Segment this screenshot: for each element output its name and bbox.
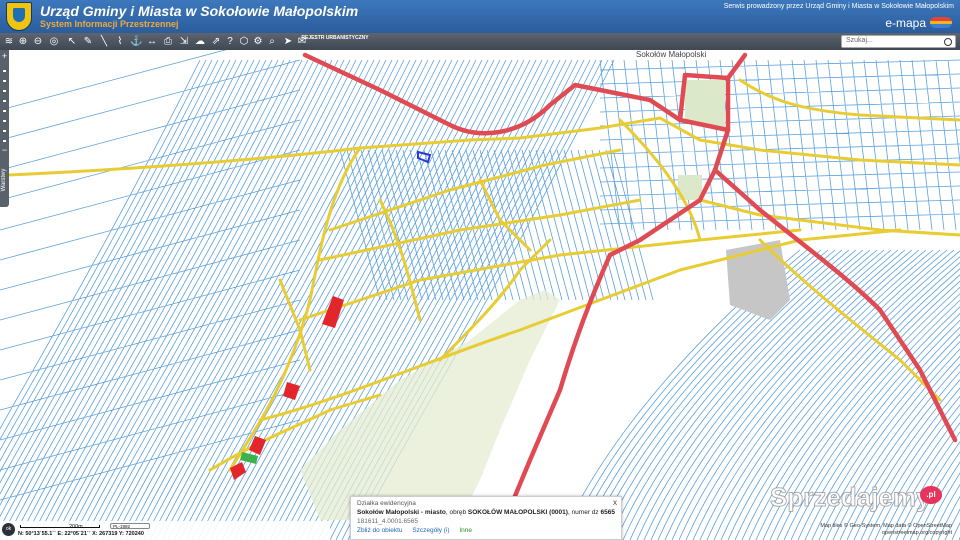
watermark-badge: .pl [920,486,942,504]
coat-of-arms-icon [6,2,32,31]
zoom-level-tick[interactable] [3,100,6,102]
zoom-level-tick[interactable] [3,110,6,112]
toolbar: ≋ ⊕ ⊖ ◎ ↖ ✎ ╲ ⌇ ⚓ ↔ ⎙ ⇲ ☁ ⇗ ? ⬡ ⚙ ⌕ ➤ ✉ … [0,33,960,50]
search-map-icon[interactable]: ⌕ [266,35,278,48]
search-icon[interactable] [944,38,952,46]
service-note: Serwis prowadzony przez Urząd Gminy i Mi… [723,3,954,10]
header-bar: Urząd Gminy i Miasta w Sokołowie Małopol… [0,0,960,33]
rejestr-button[interactable]: REJESTR URBANISTYCZNY [300,35,370,49]
details-link[interactable]: Szczegóły (i) [412,527,449,534]
zoom-level-tick[interactable] [3,130,6,132]
popup-links: Zbliż do obiektu Szczegóły (i) Inne [357,526,615,535]
map-canvas[interactable]: Sokołów Małopolski [0,29,960,540]
status-bar: ok 200m PL-1992 N: 50°13´55.1´´ E: 22°05… [0,521,330,540]
zoom-in-icon[interactable]: ⊕ [17,35,29,48]
help-icon[interactable]: ? [224,35,236,48]
measure-line-icon[interactable]: ╲ [98,35,110,48]
projection-select[interactable]: PL-1992 [110,523,150,529]
settings-icon[interactable]: ⚙ [252,35,264,48]
zoom-minus-icon[interactable]: − [0,146,9,155]
pencil-icon[interactable]: ✎ [82,35,94,48]
measure-area-icon[interactable]: ⌇ [114,35,126,48]
popup-parcel-info: Sokołów Małopolski - miasto, obręb SOKOŁ… [357,509,615,516]
close-icon[interactable]: x [613,498,617,507]
layers-icon[interactable]: ≋ [3,35,15,48]
navigate-icon[interactable]: ➤ [282,35,294,48]
zoom-extent-icon[interactable]: ◎ [48,35,60,48]
watermark: Sprzedajemy [769,482,931,513]
zoom-level-tick[interactable] [3,80,6,82]
parcel-popup: Działka ewidencyjna x Sokołów Małopolski… [350,496,622,540]
share-icon[interactable]: ⇗ [210,35,222,48]
zoom-plus-icon[interactable]: + [0,52,9,61]
zoom-level-tick[interactable] [3,120,6,122]
zoom-to-object-link[interactable]: Zbliż do obiektu [357,527,403,534]
app-title: Urząd Gminy i Miasta w Sokołowie Małopol… [40,3,359,19]
ok-button[interactable]: ok [2,523,15,536]
zoom-level-tick[interactable] [3,70,6,72]
app-subtitle: System Informacji Przestrzennej [40,19,179,29]
app-window: Urząd Gminy i Miasta w Sokołowie Małopol… [0,0,960,540]
zoom-level-tick[interactable] [3,90,6,92]
zoom-out-icon[interactable]: ⊖ [32,35,44,48]
layers-tab[interactable]: Warstwy [0,155,9,207]
coordinates-readout: N: 50°13´55.1´´ E: 22°05´21´´ X: 267319 … [18,531,144,537]
emapa-logo-icon [930,17,952,28]
place-label-sokolow: Sokołów Małopolski [636,50,706,59]
zoom-level-tick[interactable] [3,140,6,142]
highlighted-parcel[interactable] [240,452,258,464]
polygon-icon[interactable]: ⬡ [238,35,250,48]
pointer-icon[interactable]: ↖ [66,35,78,48]
popup-parcel-code: 181611_4.0001.6565 [357,518,418,525]
map-attribution: Map tiles © Geo-System, Map data © OpenS… [820,523,952,536]
emapa-brand[interactable]: e-mapa [885,16,926,30]
scale-bar: 200m [20,524,100,530]
popup-title: Działka ewidencyjna [357,500,416,507]
map-svg: Sokołów Małopolski [0,29,960,540]
export-icon[interactable]: ⇲ [178,35,190,48]
other-link[interactable]: Inne [459,527,472,534]
anchor-icon[interactable]: ⚓ [130,35,142,48]
search-input[interactable]: Szukaj... [841,35,956,48]
print-icon[interactable]: ⎙ [162,35,174,48]
cloud-icon[interactable]: ☁ [194,35,206,48]
measure-distance-icon[interactable]: ↔ [146,35,158,48]
